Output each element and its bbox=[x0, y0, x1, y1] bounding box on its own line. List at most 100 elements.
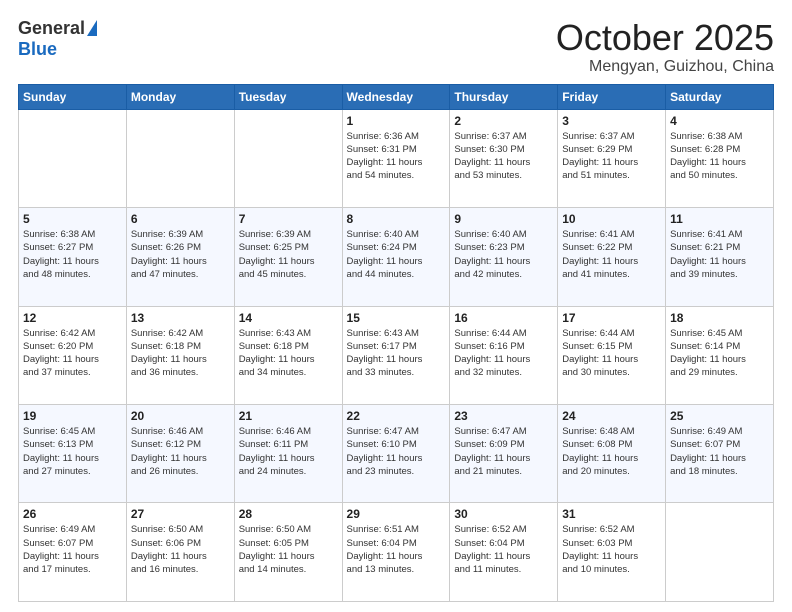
day-info: Sunrise: 6:38 AMSunset: 6:27 PMDaylight:… bbox=[23, 228, 122, 281]
table-row: 24 Sunrise: 6:48 AMSunset: 6:08 PMDayligh… bbox=[558, 405, 666, 503]
day-info: Sunrise: 6:41 AMSunset: 6:21 PMDaylight:… bbox=[670, 228, 769, 281]
day-info: Sunrise: 6:44 AMSunset: 6:16 PMDaylight:… bbox=[454, 327, 553, 380]
day-info: Sunrise: 6:45 AMSunset: 6:13 PMDaylight:… bbox=[23, 425, 122, 478]
day-info: Sunrise: 6:44 AMSunset: 6:15 PMDaylight:… bbox=[562, 327, 661, 380]
table-row: 3 Sunrise: 6:37 AMSunset: 6:29 PMDaylight… bbox=[558, 109, 666, 207]
day-number: 31 bbox=[562, 507, 661, 521]
header: General Blue October 2025 Mengyan, Guizh… bbox=[18, 18, 774, 76]
table-row: 25 Sunrise: 6:49 AMSunset: 6:07 PMDayligh… bbox=[666, 405, 774, 503]
table-row: 15 Sunrise: 6:43 AMSunset: 6:17 PMDayligh… bbox=[342, 306, 450, 404]
day-info: Sunrise: 6:52 AMSunset: 6:03 PMDaylight:… bbox=[562, 523, 661, 576]
table-row: 23Sunrise: 6:47 AMSunset: 6:09 PMDayligh… bbox=[450, 405, 558, 503]
table-row bbox=[234, 109, 342, 207]
table-row: 30Sunrise: 6:52 AMSunset: 6:04 PMDayligh… bbox=[450, 503, 558, 602]
day-number: 22 bbox=[347, 409, 446, 423]
day-info: Sunrise: 6:40 AMSunset: 6:24 PMDaylight:… bbox=[347, 228, 446, 281]
day-info: Sunrise: 6:37 AMSunset: 6:29 PMDaylight:… bbox=[562, 130, 661, 183]
day-number: 7 bbox=[239, 212, 338, 226]
calendar-header-row: Sunday Monday Tuesday Wednesday Thursday… bbox=[19, 84, 774, 109]
calendar-week-4: 19 Sunrise: 6:45 AMSunset: 6:13 PMDayligh… bbox=[19, 405, 774, 503]
calendar-week-2: 5 Sunrise: 6:38 AMSunset: 6:27 PMDaylight… bbox=[19, 208, 774, 306]
table-row: 11 Sunrise: 6:41 AMSunset: 6:21 PMDayligh… bbox=[666, 208, 774, 306]
day-number: 10 bbox=[562, 212, 661, 226]
day-number: 1 bbox=[347, 114, 446, 128]
day-info: Sunrise: 6:41 AMSunset: 6:22 PMDaylight:… bbox=[562, 228, 661, 281]
day-number: 9 bbox=[454, 212, 553, 226]
day-number: 28 bbox=[239, 507, 338, 521]
day-info: Sunrise: 6:42 AMSunset: 6:20 PMDaylight:… bbox=[23, 327, 122, 380]
table-row: 31 Sunrise: 6:52 AMSunset: 6:03 PMDayligh… bbox=[558, 503, 666, 602]
table-row: 26 Sunrise: 6:49 AMSunset: 6:07 PMDayligh… bbox=[19, 503, 127, 602]
day-info: Sunrise: 6:43 AMSunset: 6:17 PMDaylight:… bbox=[347, 327, 446, 380]
table-row: 2 Sunrise: 6:37 AMSunset: 6:30 PMDaylight… bbox=[450, 109, 558, 207]
logo-general-text: General bbox=[18, 18, 85, 39]
table-row: 5 Sunrise: 6:38 AMSunset: 6:27 PMDaylight… bbox=[19, 208, 127, 306]
table-row: 16Sunrise: 6:44 AMSunset: 6:16 PMDayligh… bbox=[450, 306, 558, 404]
table-row: 28 Sunrise: 6:50 AMSunset: 6:05 PMDayligh… bbox=[234, 503, 342, 602]
table-row: 29 Sunrise: 6:51 AMSunset: 6:04 PMDayligh… bbox=[342, 503, 450, 602]
day-info: Sunrise: 6:49 AMSunset: 6:07 PMDaylight:… bbox=[670, 425, 769, 478]
day-number: 25 bbox=[670, 409, 769, 423]
day-number: 15 bbox=[347, 311, 446, 325]
day-info: Sunrise: 6:45 AMSunset: 6:14 PMDaylight:… bbox=[670, 327, 769, 380]
header-right: October 2025 Mengyan, Guizhou, China bbox=[556, 18, 774, 76]
table-row: 27 Sunrise: 6:50 AMSunset: 6:06 PMDayligh… bbox=[126, 503, 234, 602]
col-tuesday: Tuesday bbox=[234, 84, 342, 109]
day-info: Sunrise: 6:38 AMSunset: 6:28 PMDaylight:… bbox=[670, 130, 769, 183]
day-number: 23 bbox=[454, 409, 553, 423]
month-title: October 2025 bbox=[556, 18, 774, 58]
day-number: 29 bbox=[347, 507, 446, 521]
col-sunday: Sunday bbox=[19, 84, 127, 109]
day-number: 18 bbox=[670, 311, 769, 325]
col-monday: Monday bbox=[126, 84, 234, 109]
day-number: 13 bbox=[131, 311, 230, 325]
table-row: 20Sunrise: 6:46 AMSunset: 6:12 PMDayligh… bbox=[126, 405, 234, 503]
table-row: 13Sunrise: 6:42 AMSunset: 6:18 PMDayligh… bbox=[126, 306, 234, 404]
day-info: Sunrise: 6:50 AMSunset: 6:06 PMDaylight:… bbox=[131, 523, 230, 576]
col-thursday: Thursday bbox=[450, 84, 558, 109]
day-number: 2 bbox=[454, 114, 553, 128]
page: General Blue October 2025 Mengyan, Guizh… bbox=[0, 0, 792, 612]
day-info: Sunrise: 6:39 AMSunset: 6:26 PMDaylight:… bbox=[131, 228, 230, 281]
col-saturday: Saturday bbox=[666, 84, 774, 109]
day-number: 26 bbox=[23, 507, 122, 521]
day-number: 17 bbox=[562, 311, 661, 325]
day-number: 12 bbox=[23, 311, 122, 325]
day-info: Sunrise: 6:50 AMSunset: 6:05 PMDaylight:… bbox=[239, 523, 338, 576]
day-number: 8 bbox=[347, 212, 446, 226]
location: Mengyan, Guizhou, China bbox=[556, 58, 774, 76]
day-number: 5 bbox=[23, 212, 122, 226]
day-info: Sunrise: 6:51 AMSunset: 6:04 PMDaylight:… bbox=[347, 523, 446, 576]
calendar-week-1: 1 Sunrise: 6:36 AMSunset: 6:31 PMDaylight… bbox=[19, 109, 774, 207]
day-info: Sunrise: 6:37 AMSunset: 6:30 PMDaylight:… bbox=[454, 130, 553, 183]
table-row: 10 Sunrise: 6:41 AMSunset: 6:22 PMDayligh… bbox=[558, 208, 666, 306]
day-info: Sunrise: 6:43 AMSunset: 6:18 PMDaylight:… bbox=[239, 327, 338, 380]
day-info: Sunrise: 6:47 AMSunset: 6:10 PMDaylight:… bbox=[347, 425, 446, 478]
col-friday: Friday bbox=[558, 84, 666, 109]
day-number: 14 bbox=[239, 311, 338, 325]
day-info: Sunrise: 6:40 AMSunset: 6:23 PMDaylight:… bbox=[454, 228, 553, 281]
logo-blue-text: Blue bbox=[18, 39, 57, 60]
table-row: 22 Sunrise: 6:47 AMSunset: 6:10 PMDayligh… bbox=[342, 405, 450, 503]
day-info: Sunrise: 6:48 AMSunset: 6:08 PMDaylight:… bbox=[562, 425, 661, 478]
calendar-table: Sunday Monday Tuesday Wednesday Thursday… bbox=[18, 84, 774, 602]
table-row: 12 Sunrise: 6:42 AMSunset: 6:20 PMDayligh… bbox=[19, 306, 127, 404]
day-number: 27 bbox=[131, 507, 230, 521]
table-row: 19 Sunrise: 6:45 AMSunset: 6:13 PMDayligh… bbox=[19, 405, 127, 503]
day-info: Sunrise: 6:49 AMSunset: 6:07 PMDaylight:… bbox=[23, 523, 122, 576]
calendar-week-5: 26 Sunrise: 6:49 AMSunset: 6:07 PMDayligh… bbox=[19, 503, 774, 602]
day-number: 19 bbox=[23, 409, 122, 423]
day-info: Sunrise: 6:36 AMSunset: 6:31 PMDaylight:… bbox=[347, 130, 446, 183]
day-info: Sunrise: 6:46 AMSunset: 6:12 PMDaylight:… bbox=[131, 425, 230, 478]
day-number: 11 bbox=[670, 212, 769, 226]
table-row: 18 Sunrise: 6:45 AMSunset: 6:14 PMDayligh… bbox=[666, 306, 774, 404]
table-row: 6Sunrise: 6:39 AMSunset: 6:26 PMDaylight… bbox=[126, 208, 234, 306]
table-row bbox=[19, 109, 127, 207]
table-row bbox=[666, 503, 774, 602]
col-wednesday: Wednesday bbox=[342, 84, 450, 109]
table-row: 1 Sunrise: 6:36 AMSunset: 6:31 PMDaylight… bbox=[342, 109, 450, 207]
day-number: 30 bbox=[454, 507, 553, 521]
day-number: 24 bbox=[562, 409, 661, 423]
day-number: 3 bbox=[562, 114, 661, 128]
table-row: 7Sunrise: 6:39 AMSunset: 6:25 PMDaylight… bbox=[234, 208, 342, 306]
